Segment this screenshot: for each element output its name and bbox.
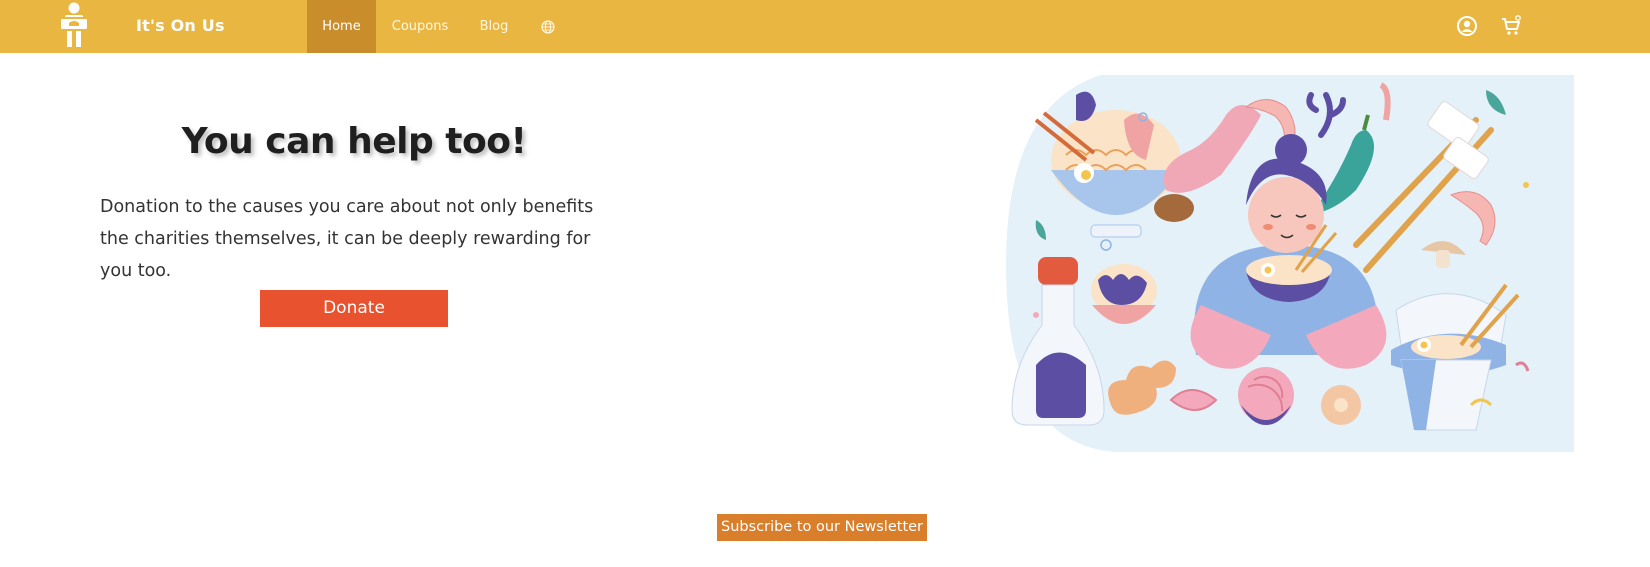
globe-icon[interactable] <box>538 0 558 53</box>
food-illustration <box>1006 75 1574 452</box>
nav-coupons[interactable]: Coupons <box>390 0 450 53</box>
hero-title: You can help too! <box>181 121 527 162</box>
hero-description: Donation to the causes you care about no… <box>100 197 594 281</box>
person-holding-box-icon[interactable] <box>56 0 92 53</box>
brand-name[interactable]: It's On Us <box>136 16 225 35</box>
donate-button[interactable]: Donate <box>260 290 448 327</box>
nav-home[interactable]: Home <box>307 0 376 53</box>
navbar: It's On Us Home Coupons Blog <box>0 0 1650 53</box>
user-circle-icon[interactable] <box>1456 15 1478 37</box>
nav-blog[interactable]: Blog <box>476 0 512 53</box>
subscribe-newsletter-button[interactable]: Subscribe to our Newsletter <box>717 514 927 541</box>
shopping-cart-icon[interactable] <box>1500 15 1522 37</box>
